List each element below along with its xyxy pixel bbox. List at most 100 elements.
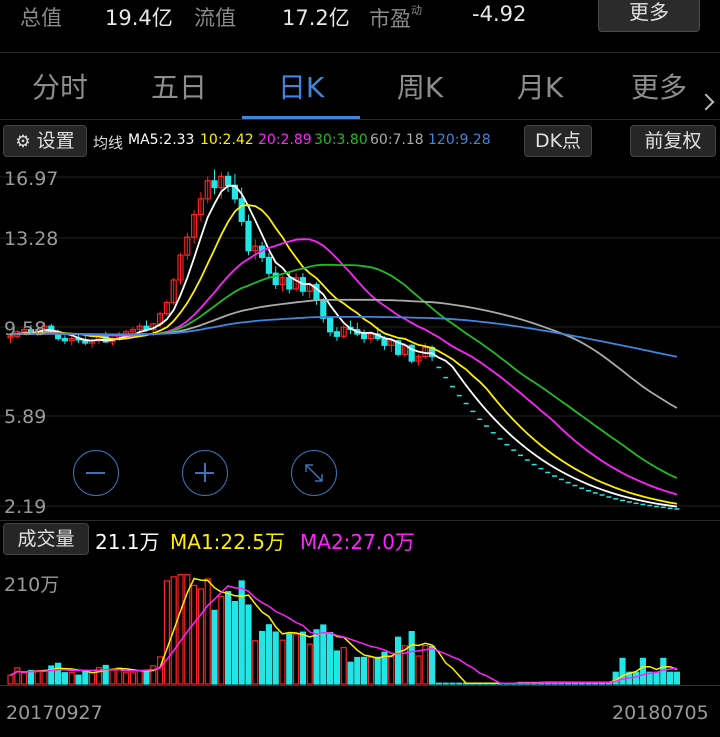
- candle-body: [674, 508, 680, 510]
- volume-bar: [673, 671, 681, 685]
- volume-bar: [340, 646, 347, 685]
- volume-bar: [61, 672, 69, 685]
- candle-body: [538, 467, 544, 470]
- volume-bar: [367, 656, 374, 685]
- more-button[interactable]: 更多: [598, 0, 700, 32]
- price-axis-label: 16.97: [4, 168, 59, 190]
- zoom-in-button[interactable]: [182, 450, 228, 496]
- tab-daily-k[interactable]: 日K: [246, 66, 356, 110]
- ma120-label: 120:9.28: [428, 132, 491, 148]
- candle-body: [620, 499, 625, 502]
- candle-body: [238, 198, 245, 222]
- volume-chart[interactable]: [0, 556, 720, 686]
- total-value-label: 总值: [20, 6, 62, 30]
- ma60-label: 60:7.18: [370, 132, 424, 148]
- volume-bar: [293, 633, 300, 685]
- candle-body: [545, 471, 551, 474]
- total-value: 19.4亿: [105, 6, 173, 30]
- candle-body: [552, 475, 557, 477]
- candle-body: [211, 180, 218, 189]
- volume-bar: [14, 667, 21, 685]
- candle-body: [436, 366, 442, 369]
- dk-point-button[interactable]: DK点: [524, 125, 592, 157]
- volume-bar: [109, 669, 116, 685]
- volume-bar: [333, 650, 340, 685]
- volume-bar: [218, 595, 225, 685]
- ma20-label: 20:2.89: [258, 132, 312, 148]
- candle-body: [463, 402, 469, 405]
- volume-bar: [259, 630, 266, 685]
- volume-bar: [204, 578, 211, 685]
- candle-body: [443, 376, 449, 379]
- volume-bar: [306, 643, 313, 685]
- ma30-label: 30:3.80: [314, 132, 368, 148]
- volume-bar: [75, 674, 82, 685]
- volume-bar: [408, 630, 415, 685]
- volume-bar: [265, 624, 272, 685]
- volume-bar: [429, 645, 436, 685]
- forward-adjust-button[interactable]: 前复权: [630, 125, 716, 157]
- candle-body: [333, 331, 340, 337]
- candle-body: [586, 489, 591, 492]
- float-value-label: 流值: [194, 6, 236, 30]
- candle-body: [640, 503, 646, 506]
- candle-body: [504, 443, 510, 446]
- tab-weekly-k[interactable]: 周K: [365, 66, 475, 110]
- candle-body: [518, 454, 523, 457]
- divider: [0, 520, 720, 521]
- candle-body: [524, 459, 530, 461]
- volume-bar: [231, 600, 238, 685]
- volume-bar: [136, 669, 143, 685]
- volume-ma-line: [10, 585, 678, 684]
- volume-bar: [197, 588, 204, 685]
- volume-bar: [34, 669, 41, 685]
- volume-bar: [456, 682, 463, 685]
- volume-bar: [279, 639, 286, 685]
- candle-body: [592, 492, 598, 494]
- ma30-line: [10, 263, 678, 479]
- volume-ma-line: [10, 577, 678, 684]
- volume-bar: [449, 682, 456, 685]
- candle-body: [667, 507, 673, 510]
- volume-bar: [388, 656, 395, 685]
- candle-body: [511, 449, 517, 451]
- end-date-label: 20180705: [612, 702, 709, 724]
- pe-label: 市盈动: [369, 4, 422, 31]
- candle-body: [265, 256, 272, 274]
- candle-body: [286, 277, 293, 290]
- candle-body: [477, 418, 483, 421]
- volume-bar: [422, 644, 429, 685]
- volume-bar: [122, 672, 130, 685]
- float-value: 17.2亿: [282, 6, 350, 30]
- candle-body: [654, 505, 659, 508]
- candle-body: [606, 496, 612, 498]
- settings-button[interactable]: ⚙ 设置: [3, 125, 87, 157]
- tab-intraday[interactable]: 分时: [5, 66, 115, 110]
- price-axis-label: 9.58: [4, 318, 47, 340]
- volume-bar: [21, 672, 28, 685]
- volume-bar: [374, 656, 381, 685]
- start-date-label: 20170927: [6, 702, 103, 724]
- volume-bar: [313, 629, 320, 685]
- candle-body: [245, 220, 252, 252]
- tab-five-day[interactable]: 五日: [124, 66, 234, 110]
- volume-bar: [272, 631, 279, 685]
- zoom-out-button[interactable]: [73, 450, 119, 496]
- price-axis-label: 5.89: [4, 406, 47, 428]
- candle-body: [579, 487, 585, 489]
- volume-indicator-button[interactable]: 成交量: [3, 523, 89, 555]
- tab-monthly-k[interactable]: 月K: [485, 66, 595, 110]
- ma10-label: 10:2.42: [200, 132, 254, 148]
- volume-bar: [435, 682, 442, 685]
- fullscreen-button[interactable]: [291, 450, 337, 496]
- tab-more[interactable]: 更多: [604, 66, 714, 110]
- volume-bar: [163, 580, 170, 685]
- volume-bar: [211, 609, 218, 685]
- volume-bar: [82, 669, 89, 685]
- volume-bar: [27, 669, 34, 685]
- candle-body: [565, 481, 571, 484]
- minus-icon: [86, 472, 105, 474]
- volume-bar: [354, 656, 361, 685]
- candle-body: [660, 506, 666, 509]
- volume-bar: [347, 661, 354, 685]
